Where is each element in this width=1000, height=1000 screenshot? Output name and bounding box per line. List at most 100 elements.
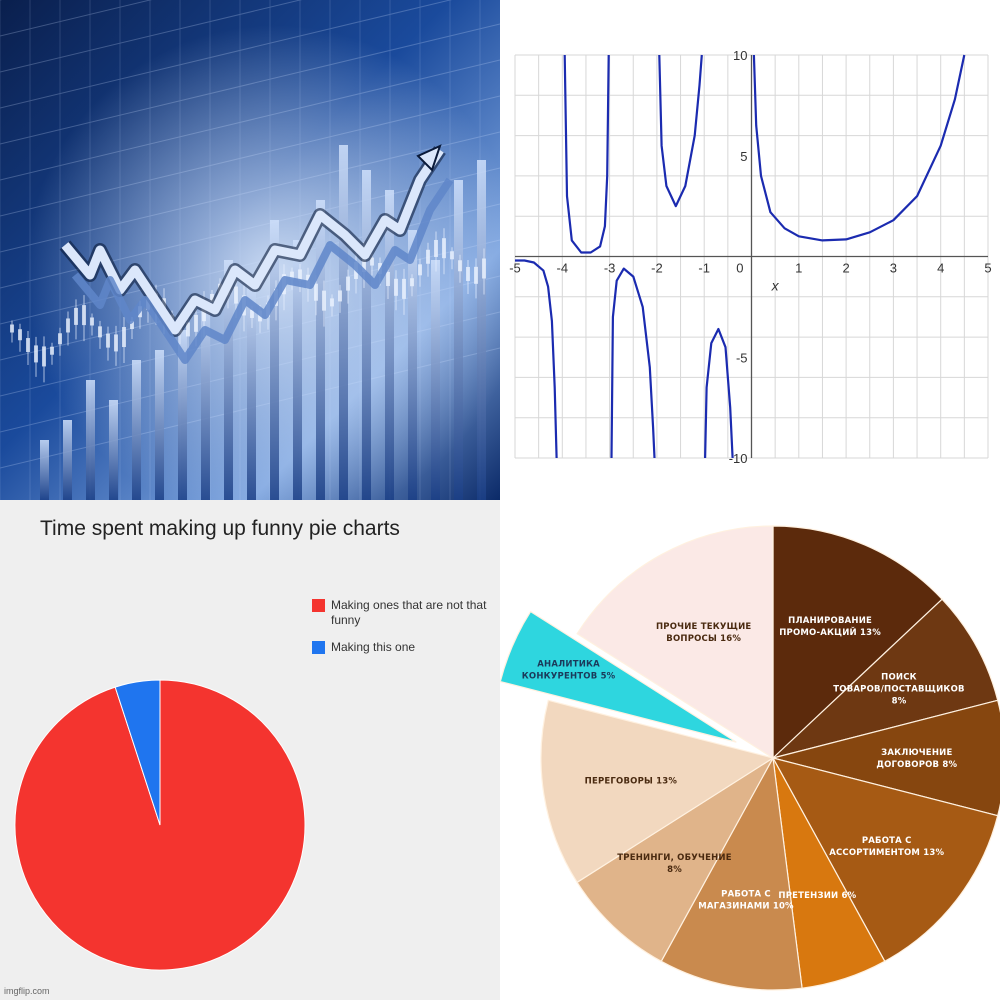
tasks-slice-label: КОНКУРЕНТОВ 5% (522, 672, 616, 682)
x-tick-label: 2 (842, 261, 849, 276)
candle-body (322, 290, 326, 311)
y-tick-label: 5 (740, 149, 747, 164)
candle-body (234, 286, 238, 304)
candle-body (98, 326, 102, 338)
tasks-slice-label: ВОПРОСЫ 16% (666, 634, 741, 644)
tasks-pie-slices (500, 525, 1000, 991)
candle-body (58, 333, 62, 345)
tasks-slice-label: ПЛАНИРОВАНИЕ (788, 616, 872, 626)
candle-body (338, 290, 342, 302)
candle-body (426, 249, 430, 264)
candle-body (114, 334, 118, 352)
candle-body (346, 276, 350, 291)
tasks-slice-label: РАБОТА С (721, 889, 771, 899)
tasks-slice-label: ДОГОВОРОВ 8% (876, 760, 957, 770)
funny-pie-chart: Time spent making up funny pie charts Ma… (0, 500, 500, 1000)
x-tick-label: 3 (890, 261, 897, 276)
candle-body (26, 338, 30, 353)
stock-volume-bar (385, 190, 394, 500)
stock-volume-bar (339, 145, 348, 500)
candle-body (434, 239, 438, 257)
candle-body (194, 314, 198, 332)
stock-volume-bar (431, 260, 440, 500)
candle-body (442, 238, 446, 259)
tasks-slice-label: ПРОМО-АКЦИЙ 13% (779, 626, 881, 638)
legend-swatch (312, 641, 325, 654)
candle-body (50, 346, 54, 355)
tasks-slice-label: ПРЕТЕНЗИИ 6% (778, 891, 856, 901)
x-tick-label: 5 (984, 261, 991, 276)
stock-market-graphic (0, 0, 500, 500)
x-tick-label: -4 (557, 261, 569, 276)
function-plot: -5 -4 -3 -2 -1 1 2 3 4 5 0 10 5 -5 -10 x (500, 0, 1000, 500)
stock-volume-bar (40, 440, 49, 500)
tasks-slice-label: 8% (667, 865, 682, 875)
x-tick-label: -3 (604, 261, 616, 276)
tasks-pie-chart: ПЛАНИРОВАНИЕ ПРОМО-АКЦИЙ 13% ПОИСК ТОВАРОВ/… (500, 500, 1000, 1000)
candle-body (314, 283, 318, 301)
candle-body (474, 266, 478, 284)
stock-volume-bar (155, 350, 164, 500)
candle-body (82, 305, 86, 326)
legend-item: Making ones that are not that funny (312, 598, 494, 628)
candle-body (330, 298, 334, 307)
candle-body (74, 307, 78, 325)
candle-body (122, 327, 126, 348)
function-plot-svg: -5 -4 -3 -2 -1 1 2 3 4 50105-5-10x (509, 48, 991, 466)
tasks-slice-label: ПРОЧИЕ ТЕКУЩИЕ (656, 622, 751, 632)
pie-chart-svg (14, 679, 306, 971)
y-tick-label: 10 (733, 48, 747, 63)
x-tick-label: -1 (698, 261, 710, 276)
tasks-slice-label: АССОРТИМЕНТОМ 13% (829, 848, 944, 858)
candle-body (66, 318, 70, 333)
candle-body (466, 266, 470, 281)
candle-body (106, 333, 110, 348)
stock-volume-bar (408, 230, 417, 500)
tasks-slice-label: АНАЛИТИКА (537, 660, 600, 670)
x-tick-label: 1 (795, 261, 802, 276)
tasks-slice-label: РАБОТА С (862, 836, 912, 846)
candle-body (402, 278, 406, 299)
x-axis-label: x (771, 278, 780, 294)
y-tick-label: -5 (736, 350, 748, 365)
tasks-pie-svg: ПЛАНИРОВАНИЕПРОМО-АКЦИЙ 13% ПОИСК ТОВАРОВ/… (500, 525, 1000, 991)
pie-legend: Making ones that are not that funny Maki… (312, 598, 494, 667)
legend-label: Making ones that are not that funny (331, 598, 487, 627)
stock-volume-bar (362, 170, 371, 500)
stock-volume-bar (86, 380, 95, 500)
pie-slices (14, 679, 306, 971)
watermark: imgflip.com (4, 986, 50, 996)
tasks-slice-label: ПОИСК (881, 673, 917, 683)
candle-body (10, 324, 14, 333)
x-tick-label: 4 (937, 261, 944, 276)
candle-body (418, 264, 422, 276)
x-tick-label: -2 (651, 261, 663, 276)
stock-volume-bar (477, 160, 486, 500)
candle-body (482, 258, 486, 279)
candle-body (18, 329, 22, 341)
candle-body (90, 317, 94, 326)
stock-volume-bar (109, 400, 118, 500)
stock-volume-bar (132, 360, 141, 500)
candle-body (394, 278, 398, 296)
tasks-slice-label: ПЕРЕГОВОРЫ 13% (585, 777, 678, 787)
candle-body (34, 345, 38, 363)
legend-item: Making this one (312, 640, 494, 655)
tasks-slice-label: ЗАКЛЮЧЕНИЕ (881, 748, 952, 758)
origin-label: 0 (736, 261, 743, 276)
candle-body (386, 271, 390, 286)
image-collage: -5 -4 -3 -2 -1 1 2 3 4 5 0 10 5 -5 -10 x Time spent mak… (0, 0, 1000, 1000)
stock-volume-bar (454, 180, 463, 500)
candle-body (410, 278, 414, 287)
candle-body (450, 251, 454, 260)
stock-volume-bar (63, 420, 72, 500)
legend-swatch (312, 599, 325, 612)
stock-volume-bar (316, 200, 325, 500)
x-tick-label: -5 (509, 261, 521, 276)
tasks-slice-label: МАГАЗИНАМИ 10% (698, 901, 794, 911)
tasks-slice-label: 8% (892, 697, 907, 707)
tasks-slice-label: ТОВАРОВ/ПОСТАВЩИКОВ (833, 685, 964, 695)
legend-label: Making this one (331, 640, 416, 654)
stock-market-illustration (0, 0, 500, 500)
tasks-slice-label: ТРЕНИНГИ, ОБУЧЕНИЕ (617, 853, 731, 863)
